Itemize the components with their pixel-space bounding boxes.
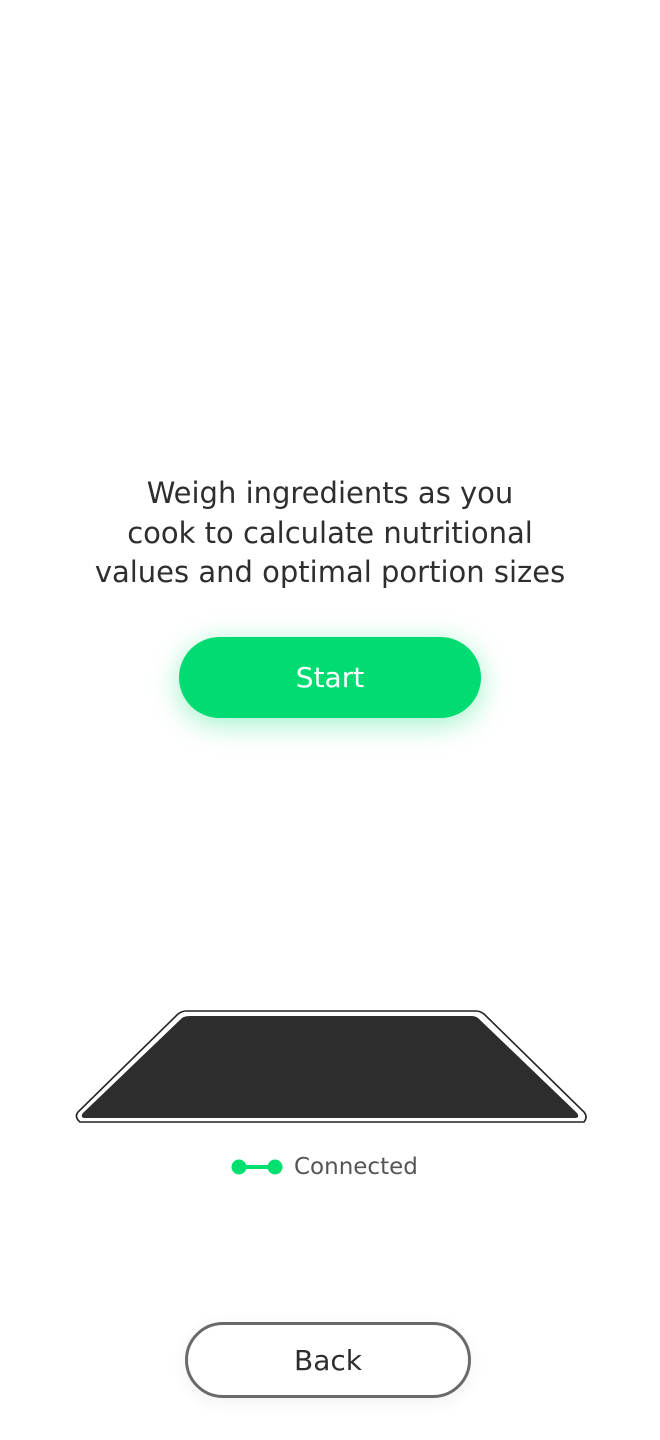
start-button[interactable]: Start xyxy=(179,637,481,718)
intro-line-3: values and optimal portion sizes xyxy=(94,555,566,589)
connection-status: Connected xyxy=(230,1152,418,1182)
back-button[interactable]: Back xyxy=(185,1322,471,1398)
connected-link-icon xyxy=(230,1157,284,1177)
intro-line-1: Weigh ingredients as you xyxy=(146,476,514,510)
connection-status-label: Connected xyxy=(294,1154,418,1180)
intro-line-2: cook to calculate nutritional xyxy=(127,515,533,550)
intro-text: Weigh ingredients as you cook to calcula… xyxy=(0,474,660,593)
scale-graphic xyxy=(75,1010,587,1200)
scale-illustration xyxy=(0,1000,660,1220)
